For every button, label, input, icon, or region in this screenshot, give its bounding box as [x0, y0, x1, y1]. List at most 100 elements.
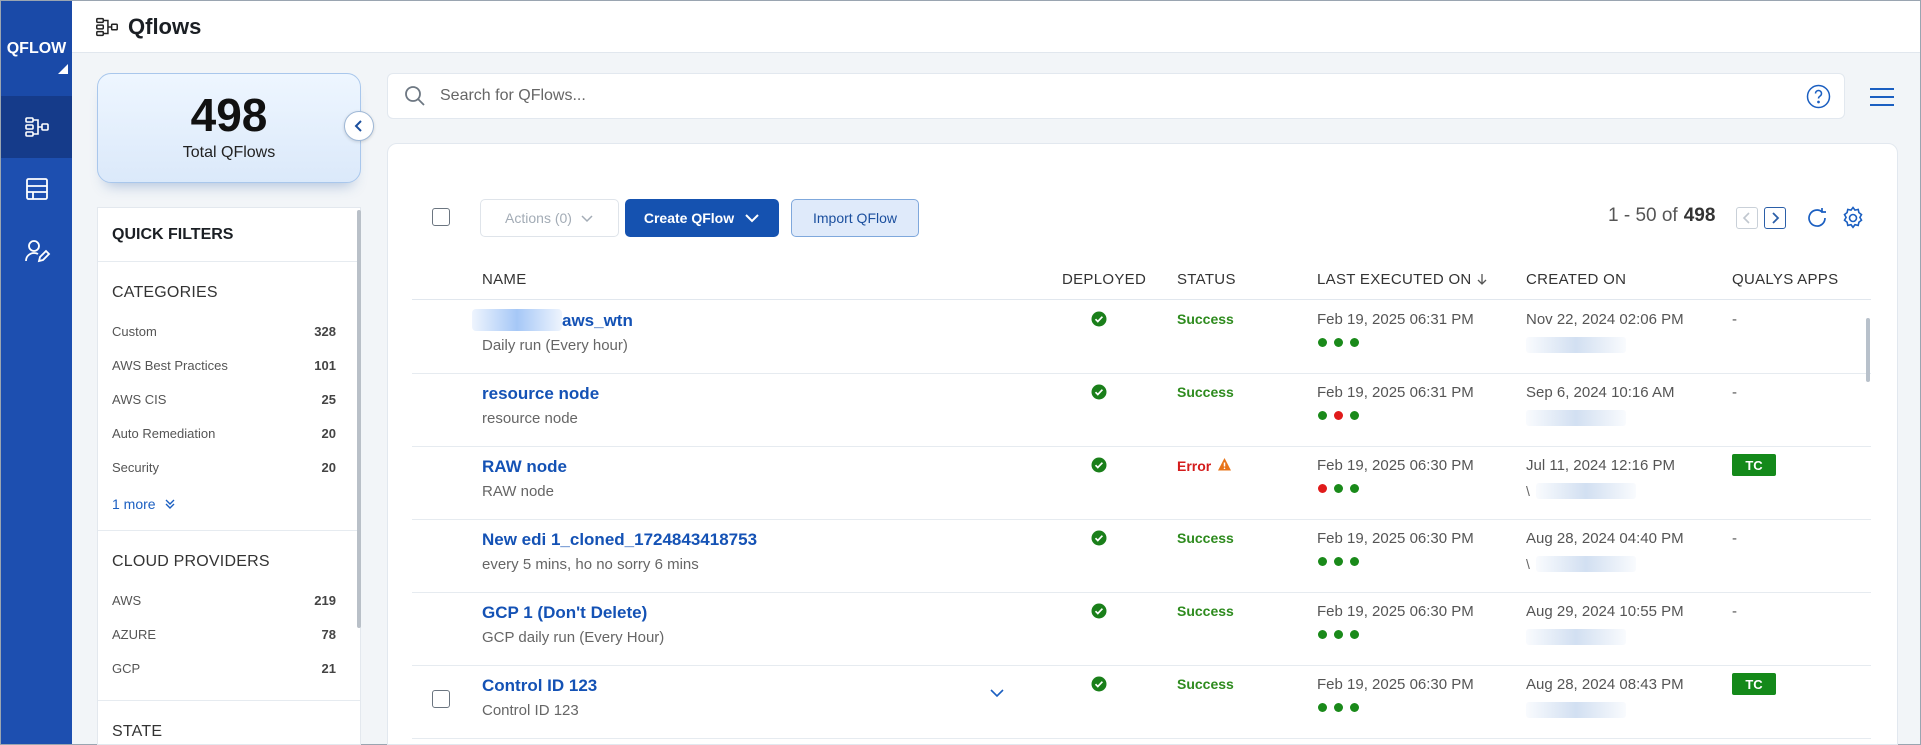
run-dot-success	[1334, 484, 1343, 493]
chevron-down-icon[interactable]	[988, 684, 1006, 702]
execution-history[interactable]	[1318, 557, 1359, 566]
filters-scrollbar[interactable]	[357, 210, 361, 628]
status-text: Error	[1177, 457, 1232, 474]
status-text: Success	[1177, 384, 1234, 400]
filter-cloud-gcp[interactable]: GCP 21	[98, 651, 360, 685]
nav-users[interactable]	[1, 220, 72, 282]
run-dot-success	[1350, 484, 1359, 493]
run-dot-success	[1350, 411, 1359, 420]
created-on: Aug 28, 2024 04:40 PM	[1526, 530, 1684, 547]
table-row[interactable]: resource node resource node Success Feb …	[412, 374, 1871, 447]
refresh-icon[interactable]	[1804, 205, 1830, 231]
categories-title: CATEGORIES	[112, 284, 218, 301]
previous-page-button[interactable]	[1736, 207, 1758, 229]
run-dot-success	[1318, 557, 1327, 566]
section-divider	[98, 685, 360, 701]
import-qflow-button[interactable]: Import QFlow	[791, 199, 919, 237]
show-more-categories-link[interactable]: 1 more	[98, 484, 360, 531]
filter-count: 219	[314, 592, 336, 608]
collapse-sidebar-button[interactable]	[344, 111, 374, 141]
select-all-checkbox[interactable]	[432, 208, 450, 226]
filter-label: Custom	[112, 323, 157, 339]
qflow-name-link[interactable]: New edi 1_cloned_1724843418753	[482, 530, 757, 550]
filter-category-security[interactable]: Security 20	[98, 450, 360, 484]
filter-cloud-aws[interactable]: AWS 219	[98, 583, 360, 617]
filter-category-aws-cis[interactable]: AWS CIS 25	[98, 382, 360, 416]
creator-prefix: \	[1526, 556, 1530, 572]
status-text: Success	[1177, 603, 1234, 619]
run-dot-success	[1318, 630, 1327, 639]
column-last-executed[interactable]: LAST EXECUTED ON	[1317, 271, 1488, 288]
filter-label: GCP	[112, 660, 141, 676]
create-qflow-button[interactable]: Create QFlow	[625, 199, 779, 237]
execution-history[interactable]	[1318, 411, 1359, 420]
qflow-name-link[interactable]: resource node	[482, 384, 599, 404]
more-label: 1 more	[112, 496, 156, 512]
quick-filters-panel: QUICK FILTERS CATEGORIES Custom 328 AWS B…	[97, 207, 361, 745]
filter-count: 78	[321, 626, 336, 642]
user-edit-icon	[24, 240, 50, 263]
page-total: 498	[1683, 205, 1716, 226]
search-input[interactable]	[440, 87, 1740, 105]
next-page-button[interactable]	[1764, 207, 1786, 229]
double-chevron-down-icon	[165, 499, 175, 509]
column-deployed[interactable]: DEPLOYED	[1062, 271, 1146, 288]
column-qualys-apps[interactable]: QUALYS APPS	[1732, 271, 1838, 288]
table-row[interactable]: GCP 1 (Don't Delete) GCP daily run (Ever…	[412, 593, 1871, 666]
search-bar	[387, 73, 1845, 119]
column-status[interactable]: STATUS	[1177, 271, 1236, 288]
qflow-name-link[interactable]: GCP 1 (Don't Delete)	[482, 603, 647, 623]
execution-history[interactable]	[1318, 630, 1359, 639]
table-row[interactable]: RAW node RAW node Error Feb 19, 2025 06:…	[412, 447, 1871, 520]
filter-category-aws-best-practices[interactable]: AWS Best Practices 101	[98, 348, 360, 382]
last-executed: Feb 19, 2025 06:31 PM	[1317, 384, 1474, 401]
page-header: Qflows	[72, 1, 1920, 53]
check-circle-icon	[1091, 530, 1107, 546]
status-text: Success	[1177, 311, 1234, 327]
qualys-apps: -	[1732, 311, 1737, 328]
filter-cloud-azure[interactable]: AZURE 78	[98, 617, 360, 651]
actions-label: Actions (0)	[505, 210, 572, 226]
import-label: Import QFlow	[812, 210, 897, 226]
app-brand[interactable]: QFLOW	[1, 1, 72, 96]
help-icon[interactable]	[1806, 84, 1831, 109]
qflow-name-link[interactable]: Control ID 123	[482, 676, 597, 696]
gear-icon[interactable]	[1840, 205, 1866, 231]
qualys-apps: -	[1732, 530, 1737, 547]
qflow-name-link[interactable]: aws_wtn	[562, 311, 633, 331]
status-text: Success	[1177, 676, 1234, 692]
nav-qflows[interactable]	[1, 96, 72, 158]
filter-label: Auto Remediation	[112, 425, 216, 441]
actions-dropdown[interactable]: Actions (0)	[480, 199, 619, 237]
execution-history[interactable]	[1318, 703, 1359, 712]
execution-history[interactable]	[1318, 338, 1359, 347]
table-row[interactable]: aws_wtn Daily run (Every hour) Success F…	[412, 301, 1871, 374]
column-name[interactable]: NAME	[482, 271, 527, 288]
qualys-apps: -	[1732, 603, 1737, 620]
redacted-creator	[1526, 629, 1626, 645]
row-checkbox[interactable]	[432, 690, 450, 708]
run-dot-success	[1318, 703, 1327, 712]
last-executed: Feb 19, 2025 06:30 PM	[1317, 676, 1474, 693]
hamburger-menu-icon[interactable]	[1869, 86, 1895, 108]
table-row[interactable]: Control ID 123 Control ID 123 Success Fe…	[412, 666, 1871, 739]
sort-arrow-down-icon	[1477, 274, 1487, 285]
execution-history[interactable]	[1318, 484, 1359, 493]
create-label: Create QFlow	[643, 210, 735, 226]
qflow-description: Control ID 123	[482, 702, 579, 719]
table-row[interactable]: New edi 1_cloned_1724843418753 every 5 m…	[412, 520, 1871, 593]
table-scrollbar[interactable]	[1866, 318, 1870, 382]
state-title: STATE	[112, 723, 163, 740]
created-on: Jul 11, 2024 12:16 PM	[1526, 457, 1675, 474]
filter-category-custom[interactable]: Custom 328	[98, 314, 360, 348]
left-nav-rail: QFLOW	[1, 1, 72, 744]
brand-label: QFLOW	[6, 39, 67, 57]
redacted-creator	[1526, 337, 1626, 353]
nav-templates[interactable]	[1, 158, 72, 220]
column-created[interactable]: CREATED ON	[1526, 271, 1626, 288]
qflow-name-link[interactable]: RAW node	[482, 457, 567, 477]
last-executed: Feb 19, 2025 06:31 PM	[1317, 311, 1474, 328]
filter-category-auto-remediation[interactable]: Auto Remediation 20	[98, 416, 360, 450]
page-title: Qflows	[128, 13, 202, 39]
quick-filters-title: QUICK FILTERS	[98, 208, 360, 262]
